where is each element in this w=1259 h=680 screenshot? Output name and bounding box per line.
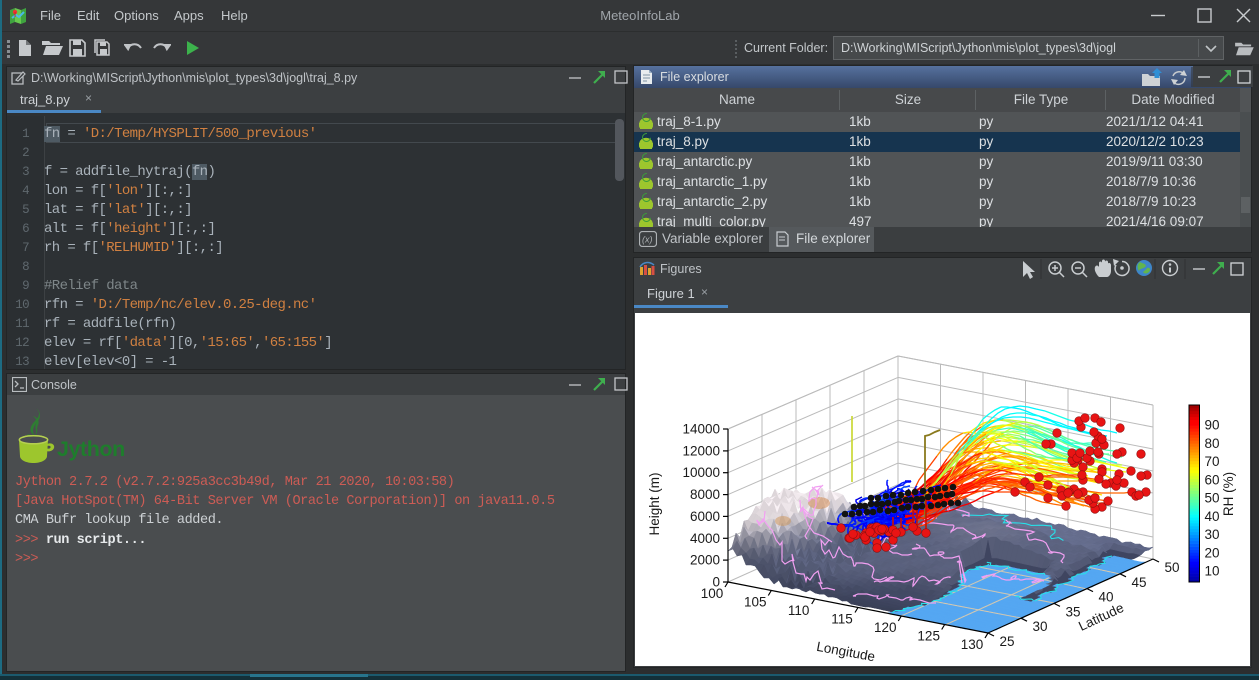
svg-text:120: 120 [874, 620, 897, 635]
svg-text:90: 90 [1205, 418, 1220, 433]
svg-text:6000: 6000 [690, 509, 720, 524]
svg-text:40: 40 [1098, 590, 1113, 605]
svg-text:100: 100 [701, 586, 724, 601]
svg-text:45: 45 [1131, 575, 1146, 590]
svg-text:80: 80 [1205, 436, 1220, 451]
svg-text:Longitude: Longitude [815, 639, 876, 665]
svg-text:Latitude: Latitude [1076, 600, 1126, 634]
svg-text:2000: 2000 [690, 553, 720, 568]
svg-text:35: 35 [1065, 604, 1080, 619]
svg-text:105: 105 [744, 595, 767, 610]
svg-text:20: 20 [1205, 545, 1220, 560]
svg-text:50: 50 [1164, 560, 1179, 575]
svg-text:8000: 8000 [690, 487, 720, 502]
svg-text:70: 70 [1205, 454, 1220, 469]
svg-text:30: 30 [1032, 619, 1047, 634]
svg-text:4000: 4000 [690, 531, 720, 546]
svg-text:110: 110 [788, 603, 810, 618]
svg-text:(x): (x) [642, 235, 653, 245]
svg-text:30: 30 [1205, 527, 1220, 542]
svg-text:10: 10 [1205, 564, 1220, 579]
svg-text:14000: 14000 [682, 422, 720, 437]
svg-text:Jython: Jython [57, 437, 125, 461]
svg-text:25: 25 [999, 634, 1014, 649]
svg-text:125: 125 [917, 629, 940, 644]
svg-text:RH (%): RH (%) [1221, 472, 1236, 516]
svg-text:60: 60 [1205, 472, 1220, 487]
svg-text:50: 50 [1205, 491, 1220, 506]
svg-text:115: 115 [831, 612, 853, 627]
svg-text:40: 40 [1205, 509, 1220, 524]
svg-text:12000: 12000 [682, 443, 720, 458]
svg-text:130: 130 [961, 637, 984, 652]
svg-text:10000: 10000 [682, 465, 720, 480]
svg-text:Height (m): Height (m) [647, 472, 662, 535]
